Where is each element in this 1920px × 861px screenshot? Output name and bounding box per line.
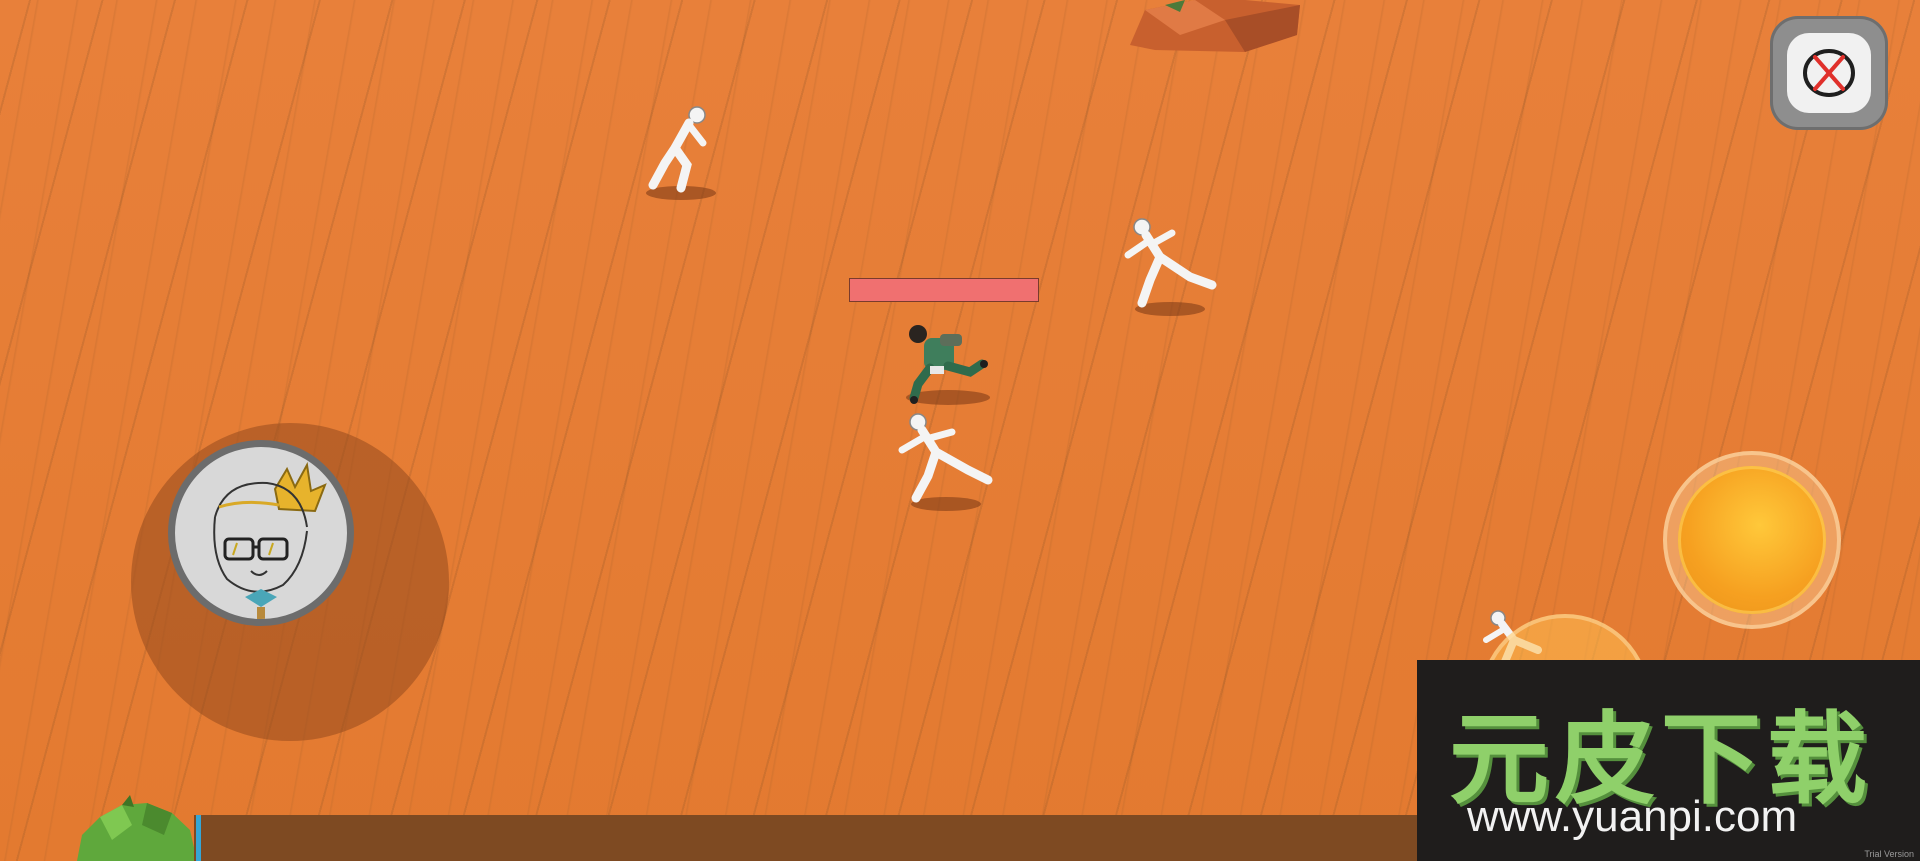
player-health-fill	[850, 279, 1038, 301]
close-button-face	[1787, 33, 1871, 113]
crowned-boy-avatar-icon	[213, 461, 327, 619]
white-enemy-sprite[interactable]	[645, 103, 715, 193]
rock-sprite	[1130, 0, 1300, 52]
watermark-url: www.yuanpi.com	[1467, 792, 1798, 841]
white-enemy-sprite[interactable]	[896, 410, 996, 505]
player-ninja-sprite[interactable]	[900, 320, 990, 405]
orange-orb-icon	[1678, 466, 1826, 614]
close-x-icon	[1803, 49, 1855, 97]
bottom-bar-marker	[196, 815, 201, 861]
trial-version-label: Trial Version	[1864, 849, 1914, 859]
attack-button[interactable]	[1663, 451, 1841, 629]
bush-sprite	[77, 795, 197, 861]
yuanpi-watermark: 元皮下载 www.yuanpi.com Trial Version	[1417, 660, 1920, 861]
player-health-bar	[849, 278, 1039, 302]
close-button[interactable]	[1770, 16, 1888, 130]
virtual-joystick-knob[interactable]	[168, 440, 354, 626]
white-enemy-sprite[interactable]	[1120, 215, 1220, 310]
